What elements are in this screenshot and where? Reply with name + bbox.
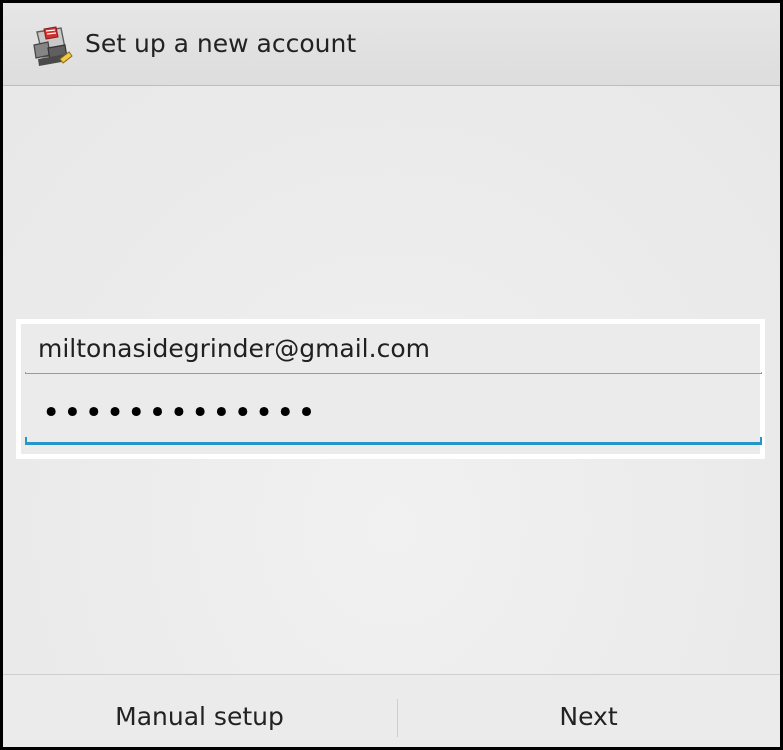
bottom-action-bar: Manual setup Next	[3, 674, 780, 747]
password-field[interactable]: •••••••••••••	[25, 393, 762, 445]
manual-setup-button[interactable]: Manual setup	[3, 675, 396, 747]
action-bar: Set up a new account	[3, 3, 780, 86]
account-setup-screen: Set up a new account miltonasidegrinder@…	[0, 0, 783, 750]
next-button[interactable]: Next	[397, 675, 780, 747]
account-form: miltonasidegrinder@gmail.com •••••••••••…	[16, 319, 765, 459]
email-value: miltonasidegrinder@gmail.com	[38, 334, 430, 363]
password-mask: •••••••••••••	[42, 395, 319, 431]
email-field-underline	[25, 372, 762, 374]
email-field[interactable]: miltonasidegrinder@gmail.com	[25, 330, 762, 374]
setup-content: miltonasidegrinder@gmail.com •••••••••••…	[3, 86, 780, 674]
password-focus-underline	[25, 437, 762, 445]
email-app-icon	[27, 23, 75, 71]
page-title: Set up a new account	[85, 29, 357, 58]
